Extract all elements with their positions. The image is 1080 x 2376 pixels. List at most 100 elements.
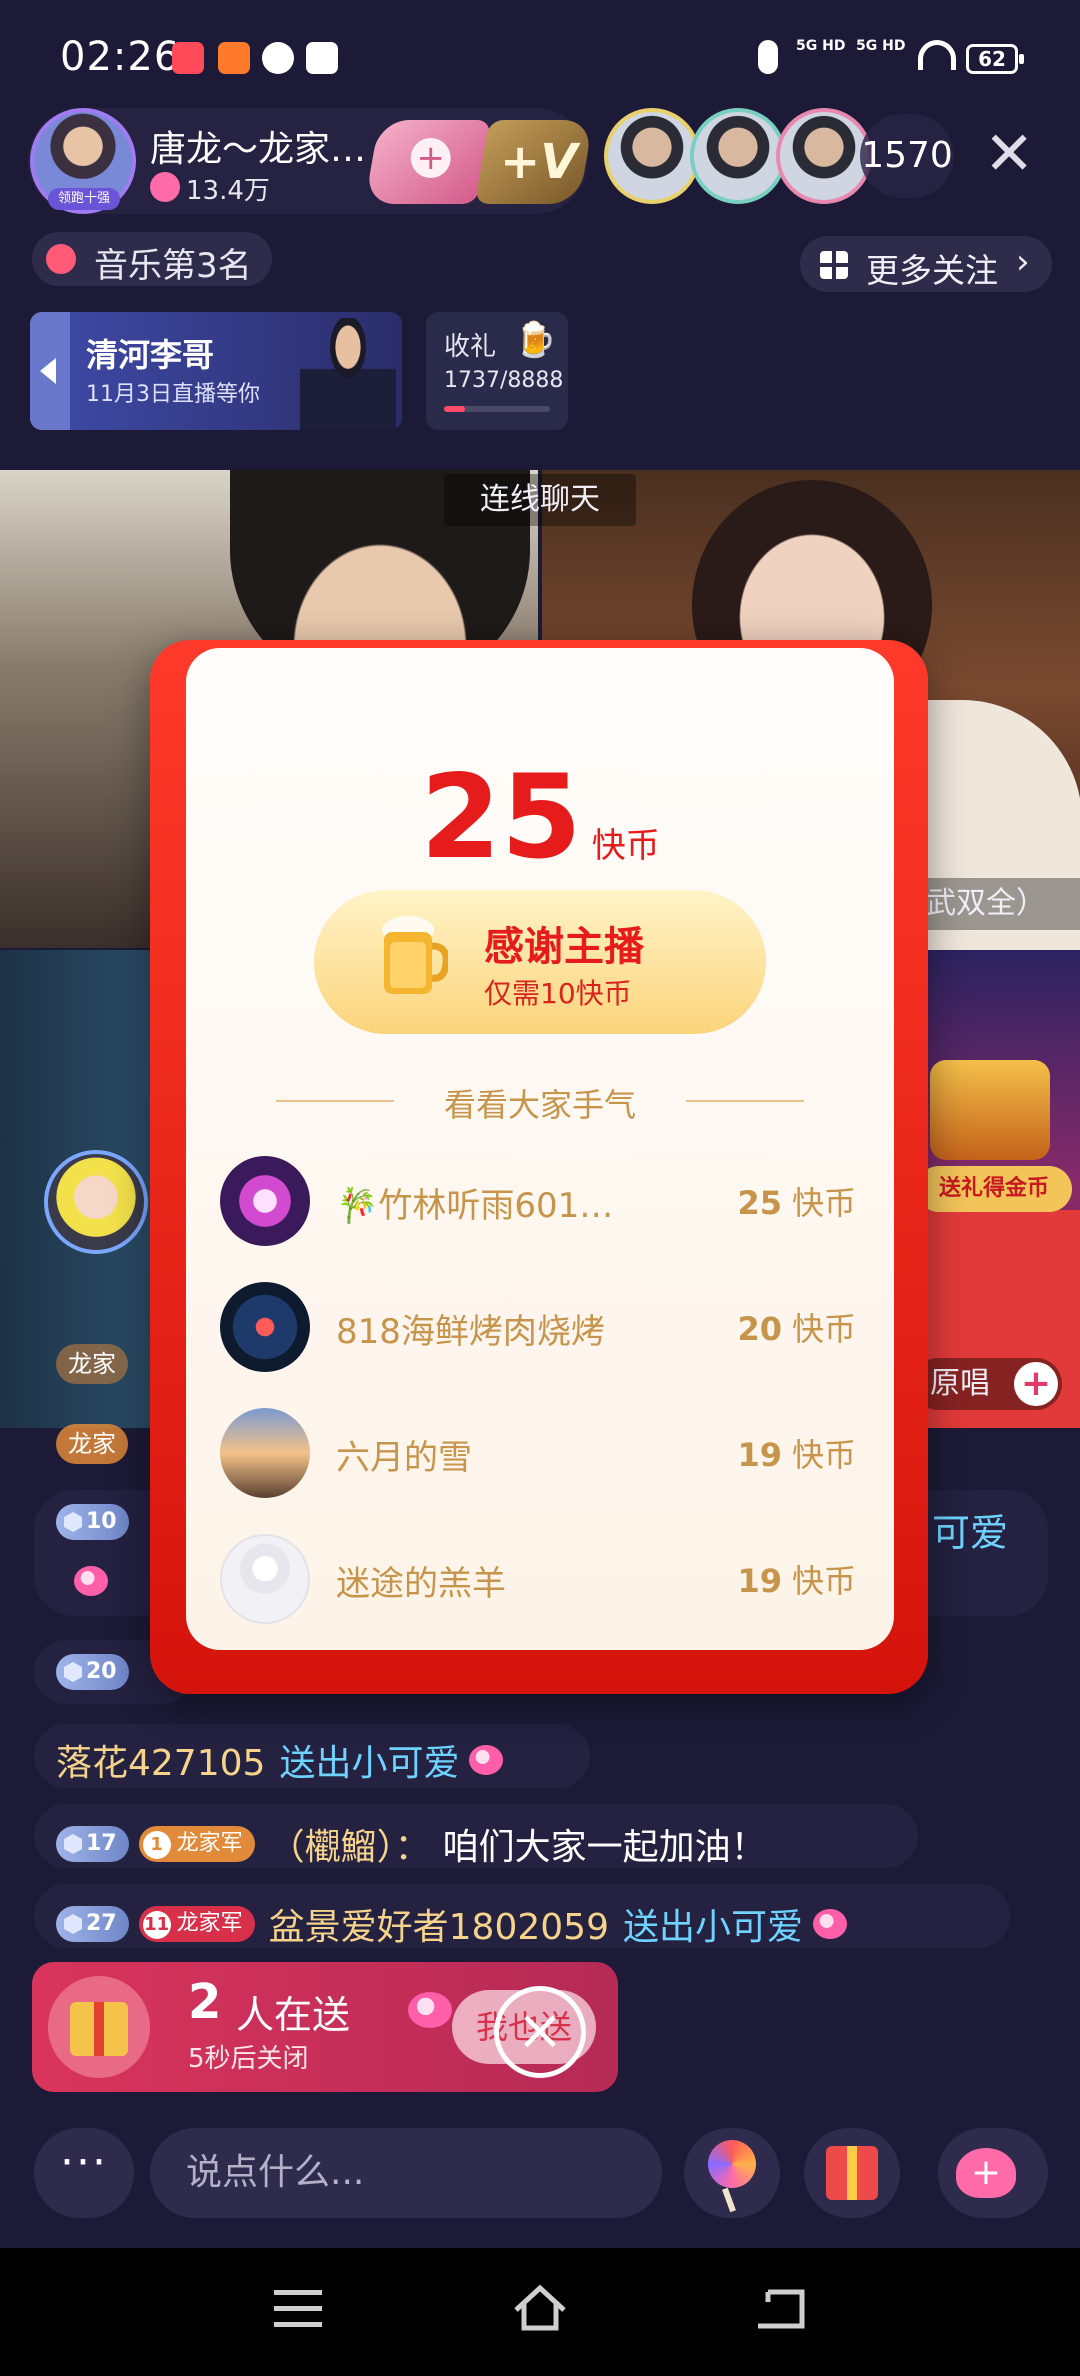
gift-goal-progress-fill (444, 406, 465, 412)
host-rank-badge: 领跑十强 (48, 188, 120, 210)
viewer-avatar-3[interactable] (776, 108, 872, 204)
more-follow-button[interactable]: 更多关注 › (800, 236, 1052, 292)
coin-value-amount: 20 (737, 1310, 782, 1348)
viewer-avatar-1[interactable] (604, 108, 700, 204)
sender-label: 人在送 (236, 1993, 351, 2037)
level-badge: 10 (56, 1504, 129, 1540)
coin-amount-unit: 快币 (591, 826, 660, 866)
close-icon[interactable]: × (494, 1986, 586, 2078)
gift-icon (826, 2146, 878, 2200)
thank-host-title: 感谢主播 (484, 924, 644, 970)
fan-badge-2-label: 龙家 (68, 1430, 116, 1458)
fan-badge: 11 龙家军 (138, 1906, 255, 1942)
gift-icon (813, 1909, 847, 1939)
gift-icon (74, 1566, 108, 1596)
coin-value: 25 快币 (737, 1178, 856, 1224)
gift-goal-progress-text: 1737/8888 (444, 368, 564, 393)
fan-label: 龙家军 (176, 1831, 243, 1856)
user-name: 🎋竹林听雨601… (336, 1186, 614, 1226)
chat-message[interactable]: 27 11 龙家军 盆景爱好者1802059 送出小可爱 (34, 1884, 1010, 1948)
user-name: 迷途的羔羊 (336, 1564, 506, 1604)
back-icon[interactable] (754, 2286, 806, 2330)
like-button[interactable]: + (938, 2128, 1048, 2218)
chat-text: 可爱 (932, 1511, 1009, 1555)
fan-badge: 1 龙家军 (138, 1826, 255, 1862)
chat-message[interactable]: 17 1 龙家军 （欟鰡）： 咱们大家一起加油！ (34, 1804, 918, 1868)
user-avatar[interactable] (220, 1408, 310, 1498)
plus-icon[interactable]: + (1014, 1362, 1058, 1406)
close-icon[interactable]: ✕ (984, 118, 1034, 190)
original-song-button[interactable]: 原唱 + (912, 1358, 1062, 1410)
chat-message[interactable]: 落花427105 送出小可爱 (34, 1724, 590, 1788)
wifi-icon (918, 40, 956, 70)
treasure-label[interactable]: 送礼得金币 (916, 1166, 1072, 1212)
lollipop-button[interactable] (684, 2128, 780, 2218)
fan-badge-2: 龙家 (56, 1424, 128, 1464)
coin-value-amount: 19 (737, 1436, 782, 1474)
lucky-list-row[interactable]: 🎋竹林听雨601… 25 快币 (220, 1150, 860, 1250)
coin-value-unit: 快币 (791, 1184, 856, 1222)
chat-username[interactable]: 落花427105 (56, 1743, 265, 1784)
more-options-button[interactable]: ··· (34, 2128, 134, 2218)
more-follow-label: 更多关注 (866, 251, 998, 290)
guest-avatar[interactable] (44, 1150, 148, 1254)
auto-close-text: 5秒后关闭 (188, 2044, 309, 2074)
lucky-list-row[interactable]: 818海鲜烤肉烧烤 20 快币 (220, 1276, 860, 1376)
viewer-count[interactable]: 1570 (860, 114, 954, 198)
signal-2-icon: 5G HD (856, 38, 906, 54)
host-name[interactable]: 唐龙～龙家… (150, 120, 368, 172)
user-avatar[interactable] (220, 1534, 310, 1624)
lucky-list-row[interactable]: 六月的雪 19 快币 (220, 1402, 860, 1502)
lollipop-icon (708, 2140, 756, 2188)
follow-button[interactable]: + (364, 120, 492, 204)
chat-username[interactable]: （欟鰡）： (269, 1827, 431, 1868)
comment-input[interactable]: 说点什么... (150, 2128, 662, 2218)
coin-value-amount: 19 (737, 1562, 782, 1600)
arrow-left-icon[interactable] (30, 312, 70, 430)
music-rank-label: 音乐第3名 (94, 246, 252, 286)
coin-amount: 25 快币 (0, 750, 1080, 885)
user-avatar[interactable] (220, 1156, 310, 1246)
fan-badge-1-label: 龙家 (68, 1350, 116, 1378)
beer-icon: 🍺 (514, 320, 557, 360)
battery-icon: 62 (966, 44, 1024, 74)
coin-value-unit: 快币 (791, 1436, 856, 1474)
user-name: 818海鲜烤肉烧烤 (336, 1312, 605, 1352)
fan-level: 11 (142, 1911, 171, 1939)
promo-banner[interactable]: 清河李哥 11月3日直播等你 (30, 312, 402, 430)
coin-value: 19 快币 (737, 1430, 856, 1476)
message-notification-icon (262, 42, 294, 74)
viewer-avatar-2[interactable] (690, 108, 786, 204)
coin-value: 20 快币 (737, 1304, 856, 1350)
level-badge: 27 (56, 1906, 129, 1942)
promo-banner-subtitle: 11月3日直播等你 (86, 382, 260, 407)
chat-action: 送出小可爱 (622, 1907, 803, 1948)
music-rank-tag[interactable]: 音乐第3名 (32, 232, 272, 286)
level-badge: 20 (56, 1654, 129, 1690)
lucky-list-row[interactable]: 迷途的羔羊 19 快币 (220, 1528, 860, 1628)
user-avatar[interactable] (220, 1282, 310, 1372)
gift-box-icon (70, 2002, 128, 2056)
coin-value-unit: 快币 (791, 1310, 856, 1348)
heart-plus-icon: + (956, 2148, 1016, 2198)
chat-text: 咱们大家一起加油！ (442, 1827, 767, 1868)
level-badge: 17 (56, 1826, 129, 1862)
chat-username[interactable]: 盆景爱好者1802059 (269, 1907, 609, 1948)
chevron-right-icon: › (1016, 242, 1030, 282)
coin-value: 19 快币 (737, 1556, 856, 1602)
home-icon[interactable] (512, 2284, 568, 2332)
user-name: 六月的雪 (336, 1438, 472, 1478)
music-note-icon (46, 244, 76, 274)
gift-button[interactable] (804, 2128, 900, 2218)
gift-circle (48, 1976, 150, 2078)
connect-chat-label: 连线聊天 (444, 474, 636, 526)
status-bar: 02:26 5G HD 5G HD 62 (0, 0, 1080, 110)
fan-level: 1 (142, 1831, 171, 1859)
gift-goal-card[interactable]: 收礼 🍺 1737/8888 (426, 312, 568, 430)
chat-action: 送出小可爱 (279, 1743, 460, 1784)
promo-person-image (300, 318, 396, 430)
status-time: 02:26 (60, 34, 181, 80)
signal-1-icon: 5G HD (796, 38, 846, 54)
gift-icon (408, 1992, 452, 2028)
menu-icon[interactable] (274, 2290, 322, 2328)
